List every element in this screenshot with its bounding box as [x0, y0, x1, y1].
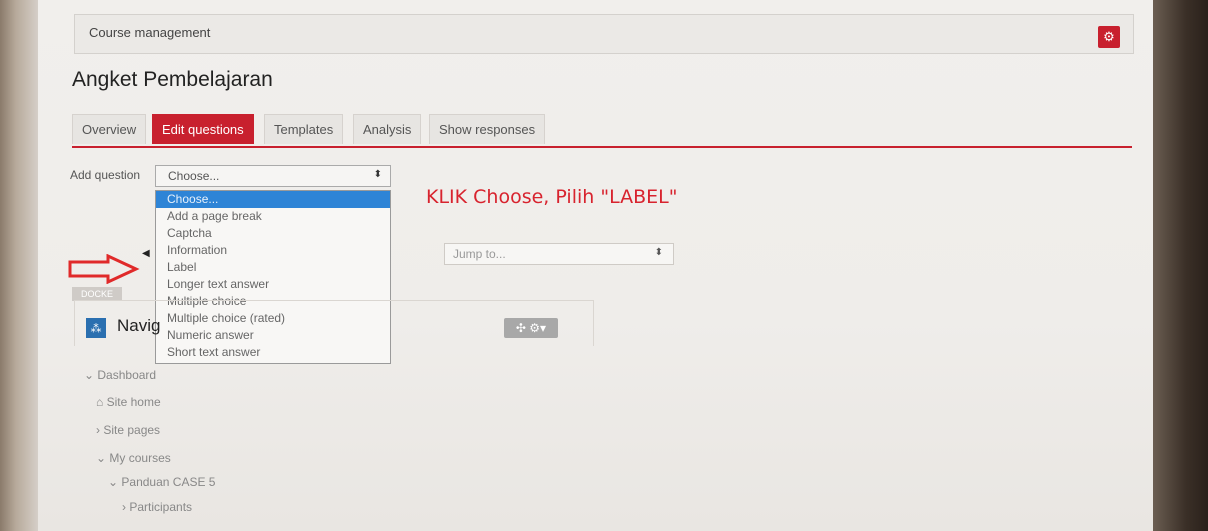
instruction-annotation: KLIK Choose, Pilih "LABEL" — [426, 186, 678, 208]
tab-bar: Overview Edit questions Templates Analys… — [72, 112, 1132, 148]
dropdown-option-captcha[interactable]: Captcha — [156, 225, 390, 242]
gear-icon[interactable]: ⚙ — [1098, 26, 1120, 48]
screen-bezel-right — [1153, 0, 1208, 531]
block-actions-button[interactable]: ✣ ⚙▾ — [504, 318, 558, 338]
chevron-down-icon: ⌄ — [96, 451, 110, 465]
select-arrows-icon: ⬍ — [373, 169, 382, 180]
tree-item-site-pages[interactable]: › Site pages — [96, 423, 160, 437]
jump-to-select[interactable]: Jump to... ⬍ — [444, 243, 674, 265]
add-question-select[interactable]: Choose... ⬍ — [155, 165, 391, 187]
caret-left-icon[interactable]: ◀ — [142, 248, 150, 259]
tree-item-my-courses[interactable]: ⌄ My courses — [96, 451, 171, 465]
dropdown-option-short-text[interactable]: Short text answer — [156, 344, 390, 361]
jump-to-placeholder: Jump to... — [453, 247, 506, 261]
tab-templates[interactable]: Templates — [264, 114, 344, 144]
tab-edit-questions[interactable]: Edit questions — [152, 114, 254, 144]
add-question-label: Add question — [70, 168, 141, 182]
tab-overview[interactable]: Overview — [72, 114, 147, 144]
select-arrows-icon: ⬍ — [654, 247, 663, 258]
screen-bezel-left — [0, 0, 40, 531]
tree-item-dashboard[interactable]: ⌄ Dashboard — [84, 368, 156, 382]
chevron-down-icon: ⌄ — [108, 475, 122, 489]
home-icon: ⌂ — [96, 395, 107, 409]
tree-item-participants[interactable]: › Participants — [122, 500, 192, 514]
tree-item-site-home[interactable]: ⌂ Site home — [96, 395, 161, 409]
red-arrow-icon — [68, 254, 140, 284]
browser-screen: Course management ⚙ Angket Pembelajaran … — [38, 0, 1158, 531]
dropdown-option-longer-text[interactable]: Longer text answer — [156, 276, 390, 293]
tab-show-responses[interactable]: Show responses — [429, 114, 546, 144]
tab-analysis[interactable]: Analysis — [353, 114, 422, 144]
tree-item-course[interactable]: ⌄ Panduan CASE 5 — [108, 475, 215, 489]
page-title: Angket Pembelajaran — [72, 68, 273, 91]
sitemap-icon: ⁂ — [86, 318, 106, 338]
chevron-down-icon: ⌄ — [84, 368, 98, 382]
dropdown-option-page-break[interactable]: Add a page break — [156, 208, 390, 225]
dropdown-option-choose[interactable]: Choose... — [156, 191, 390, 208]
dropdown-option-information[interactable]: Information — [156, 242, 390, 259]
course-management-bar[interactable]: Course management — [74, 14, 1134, 54]
navigation-title: Navig — [117, 316, 161, 335]
dock-block-tag[interactable]: DOCKE — [72, 287, 122, 301]
dropdown-option-label[interactable]: Label — [156, 259, 390, 276]
add-question-selected-value: Choose... — [168, 169, 220, 183]
course-management-label: Course management — [89, 25, 211, 40]
